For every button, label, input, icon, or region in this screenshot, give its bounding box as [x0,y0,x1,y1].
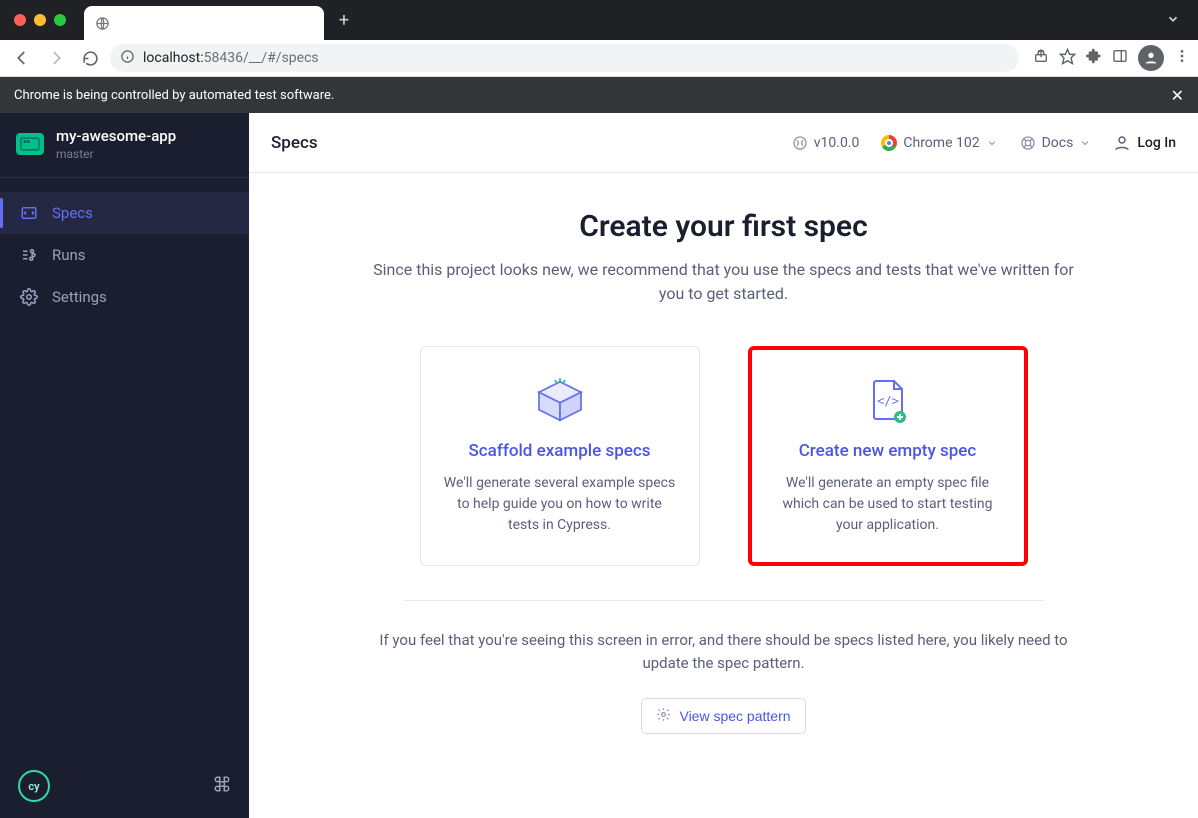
site-info-icon[interactable] [120,49,135,68]
divider [404,600,1044,601]
docs-link[interactable]: Docs [1020,135,1092,151]
chrome-icon [881,135,897,151]
kebab-menu-icon[interactable] [1174,48,1190,68]
hero: Create your first spec Since this projec… [364,209,1084,306]
version-indicator[interactable]: v10.0.0 [792,135,860,151]
project-switcher[interactable]: my-awesome-app master [0,113,249,178]
share-icon[interactable] [1033,48,1049,68]
automation-banner: Chrome is being controlled by automated … [0,77,1198,113]
window-close-icon[interactable] [14,14,26,26]
browser-tab[interactable] [84,6,324,40]
sidebar-item-settings[interactable]: Settings [0,276,249,318]
sidebar-item-runs[interactable]: Runs [0,234,249,276]
login-button[interactable]: Log In [1113,134,1176,152]
lifebuoy-icon [1020,135,1036,151]
browser-tabstrip: + [0,0,1198,40]
cypress-logo-icon[interactable]: cy [18,770,50,802]
card-title: Scaffold example specs [443,441,677,461]
main-panel: Specs v10.0.0 Chrome 102 Docs [249,113,1198,818]
content-area: Create your first spec Since this projec… [249,173,1198,818]
svg-text:</>: </> [877,394,899,408]
sidebar-footer: cy [0,754,249,818]
sidebar-item-label: Specs [52,204,93,222]
url-text: localhost:58436/__/#/specs [143,50,319,66]
specs-icon [20,204,38,222]
tabstrip-overflow[interactable] [1166,11,1190,30]
page-title: Specs [271,133,318,153]
side-panel-icon[interactable] [1112,48,1128,68]
window-controls [14,14,66,26]
topbar: Specs v10.0.0 Chrome 102 Docs [249,113,1198,173]
sidebar-item-label: Runs [52,246,86,264]
keyboard-shortcuts-icon[interactable] [213,775,231,797]
app-root: my-awesome-app master Specs Runs [0,113,1198,818]
card-title: Create new empty spec [771,441,1005,461]
card-desc: We'll generate several example specs to … [443,473,677,536]
hero-title: Create your first spec [364,209,1084,244]
close-icon[interactable]: ✕ [1171,86,1184,105]
scaffold-specs-card[interactable]: Scaffold example specs We'll generate se… [420,346,700,566]
create-empty-spec-card[interactable]: </> Create new empty spec We'll generate… [748,346,1028,566]
bookmark-icon[interactable] [1059,48,1076,69]
address-bar[interactable]: localhost:58436/__/#/specs [110,44,1019,72]
sidebar-item-specs[interactable]: Specs [0,192,249,234]
runs-icon [20,246,38,264]
project-name: my-awesome-app [56,127,176,145]
error-note: If you feel that you're seeing this scre… [374,629,1074,676]
user-icon [1113,134,1131,152]
sidebar: my-awesome-app master Specs Runs [0,113,249,818]
sidebar-nav: Specs Runs Settings [0,178,249,318]
extensions-icon[interactable] [1086,48,1102,68]
gear-icon [20,288,38,306]
box-icon [443,375,677,427]
browser-toolbar: localhost:58436/__/#/specs [0,40,1198,77]
profile-avatar-icon[interactable] [1138,45,1164,71]
spec-option-cards: Scaffold example specs We'll generate se… [249,346,1198,566]
reload-button[interactable] [76,44,104,72]
project-badge-icon [16,133,44,155]
forward-button[interactable] [42,44,70,72]
gear-icon [656,707,671,725]
hero-subtitle: Since this project looks new, we recomme… [364,258,1084,306]
window-zoom-icon[interactable] [54,14,66,26]
project-branch: master [56,147,176,161]
chevron-down-icon [986,137,998,149]
chevron-down-icon [1079,137,1091,149]
new-file-icon: </> [771,375,1005,427]
window-minimize-icon[interactable] [34,14,46,26]
browser-selector[interactable]: Chrome 102 [881,135,997,151]
card-desc: We'll generate an empty spec file which … [771,473,1005,536]
sidebar-item-label: Settings [52,288,107,306]
back-button[interactable] [8,44,36,72]
automation-banner-text: Chrome is being controlled by automated … [14,88,334,103]
new-tab-button[interactable]: + [330,6,358,34]
view-spec-pattern-button[interactable]: View spec pattern [641,698,805,734]
globe-icon [94,15,110,31]
